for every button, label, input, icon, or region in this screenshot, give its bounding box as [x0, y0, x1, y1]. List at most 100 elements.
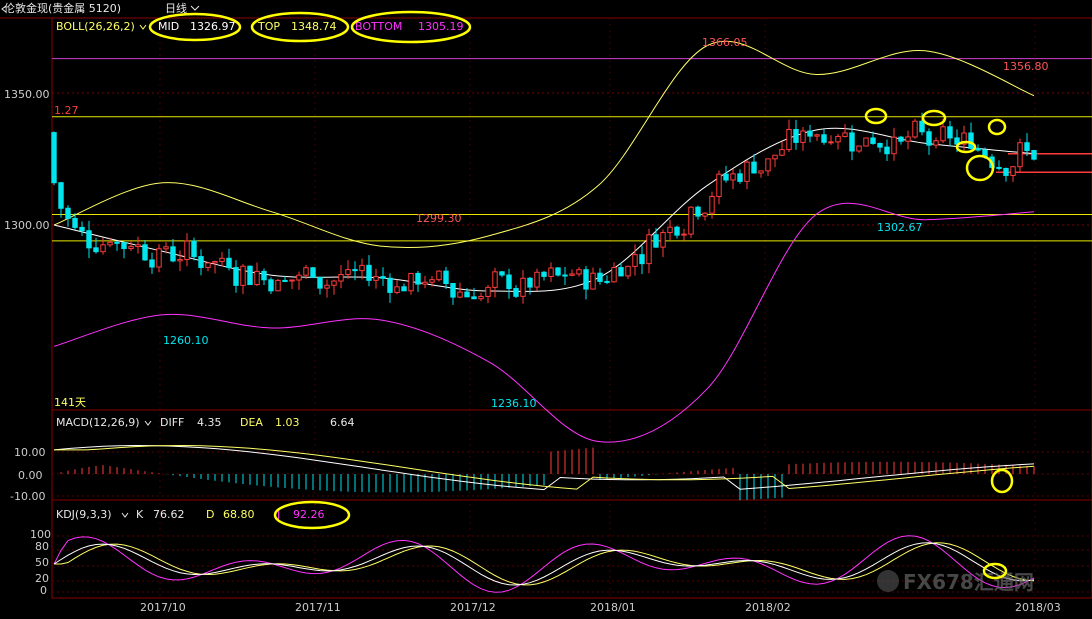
candle-body — [751, 161, 757, 174]
price-label-low2: 1236.10 — [491, 397, 537, 410]
period-selector[interactable]: 日线 — [165, 1, 187, 15]
kdj-tick-50: 50 — [35, 556, 49, 569]
price-label-high: 1366.05 — [702, 36, 748, 49]
candle-body — [674, 226, 680, 236]
annotations — [148, 10, 1014, 580]
chevron-down-icon[interactable] — [121, 512, 129, 518]
candle-body — [898, 136, 904, 142]
boll-line-2 — [53, 202, 1035, 443]
candle-body — [541, 271, 547, 277]
kdj-label[interactable]: KDJ(9,3,3) — [56, 508, 112, 521]
boll-bottom-label: BOTTOM — [355, 20, 402, 33]
candle-body — [947, 126, 953, 139]
candle-body — [240, 265, 246, 286]
candle-body — [212, 261, 218, 264]
x-label-mar: 2018/03 — [1015, 601, 1061, 614]
candle-body — [772, 154, 778, 160]
candle-body — [1024, 142, 1030, 152]
candles — [51, 112, 1037, 305]
boll-top-label: TOP — [257, 20, 280, 33]
candle-body — [548, 267, 554, 277]
candle-body — [1031, 150, 1037, 160]
chevron-down-icon[interactable] — [144, 420, 152, 426]
macd-value: 6.64 — [330, 416, 355, 429]
candle-body — [93, 247, 99, 253]
candle-body — [464, 291, 470, 298]
candle-body — [387, 277, 393, 293]
candle-body — [429, 279, 435, 283]
candle-body — [226, 257, 232, 269]
kdj-tick-80: 80 — [35, 540, 49, 553]
candle-body — [793, 129, 799, 143]
kdj-d-value: 68.80 — [223, 508, 255, 521]
candle-body — [604, 280, 610, 283]
candle-body — [583, 269, 589, 290]
chevron-down-icon[interactable] — [139, 24, 147, 30]
days-label: 141天 — [54, 396, 86, 409]
candle-body — [506, 274, 512, 290]
candle-body — [261, 270, 267, 281]
candle-body — [625, 265, 631, 277]
candle-body — [359, 264, 365, 272]
candle-body — [933, 140, 939, 146]
candle-body — [590, 272, 596, 290]
candle-body — [1003, 167, 1009, 176]
candle-body — [611, 267, 617, 283]
candle-body — [373, 276, 379, 281]
candle-body — [422, 281, 428, 285]
candle-body — [310, 267, 316, 278]
chevron-down-icon[interactable] — [190, 5, 200, 11]
candle-body — [912, 120, 918, 138]
boll-bands — [53, 40, 1035, 443]
candle-body — [345, 269, 351, 276]
candle-body — [394, 286, 400, 293]
candle-body — [877, 142, 883, 148]
candle-body — [380, 276, 386, 279]
candle-body — [968, 132, 974, 149]
watermark: FX678汇通网 — [903, 570, 1034, 594]
x-label-jan: 2018/01 — [590, 601, 636, 614]
boll-mid-value: 1326.97 — [190, 20, 236, 33]
candle-body — [534, 271, 540, 288]
candle-body — [79, 226, 85, 232]
kdj-d-label: D — [206, 508, 214, 521]
candle-body — [149, 259, 155, 268]
candle-body — [436, 270, 442, 281]
x-label-dec: 2017/12 — [450, 601, 496, 614]
candle-body — [317, 276, 323, 289]
macd-dea-label: DEA — [240, 416, 263, 429]
candle-body — [289, 279, 295, 282]
candle-body — [618, 267, 624, 277]
macd-dea-value: 1.03 — [275, 416, 300, 429]
candle-body — [905, 136, 911, 142]
candle-body — [870, 137, 876, 144]
candle-body — [779, 149, 785, 156]
candle-body — [723, 173, 729, 181]
candle-body — [737, 173, 743, 182]
x-label-oct: 2017/10 — [140, 601, 186, 614]
boll-label[interactable]: BOLL(26,26,2) — [56, 20, 135, 33]
y-tick-1300: 1300.00 — [4, 219, 50, 232]
candle-body — [856, 145, 862, 152]
candle-body — [940, 126, 946, 142]
candle-body — [681, 233, 687, 236]
candle-body — [527, 277, 533, 288]
candle-body — [303, 267, 309, 276]
candle-body — [646, 234, 652, 265]
candle-body — [492, 271, 498, 288]
candle-body — [632, 254, 638, 267]
macd-diff-label: DIFF — [160, 416, 184, 429]
candle-body — [667, 226, 673, 234]
candle-body — [807, 130, 813, 137]
candle-body — [814, 134, 820, 137]
candle-body — [100, 244, 106, 253]
candle-body — [597, 272, 603, 282]
candle-body — [765, 158, 771, 172]
candle-body — [268, 279, 274, 292]
candle-body — [114, 241, 120, 244]
candle-body — [660, 232, 666, 248]
candle-body — [408, 272, 414, 292]
macd-label[interactable]: MACD(12,26,9) — [56, 416, 140, 429]
candle-body — [72, 217, 78, 228]
candle-body — [163, 246, 169, 250]
